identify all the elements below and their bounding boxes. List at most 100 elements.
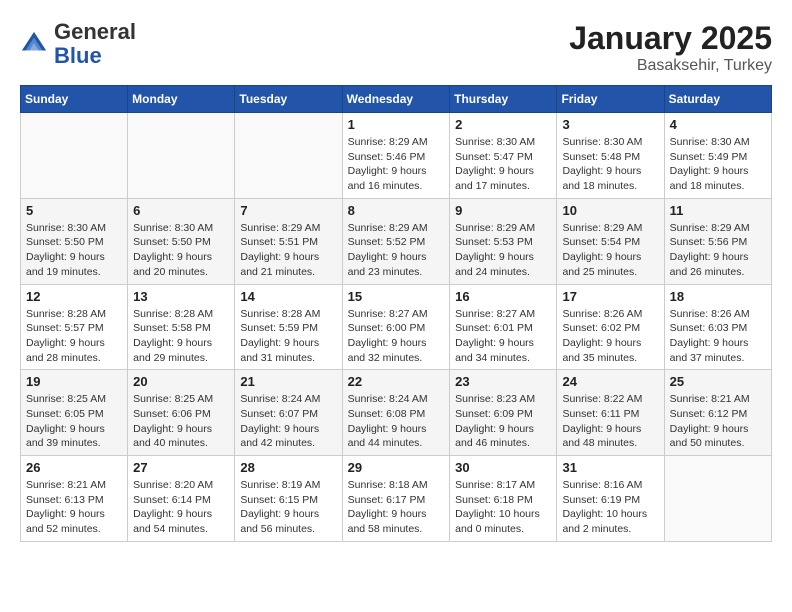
calendar-cell: 2 Sunrise: 8:30 AMSunset: 5:47 PMDaylight… [450, 113, 557, 199]
day-number: 26 [26, 460, 122, 475]
month-title: January 2025 [569, 20, 772, 57]
day-info: Sunrise: 8:24 AMSunset: 6:07 PMDaylight:… [240, 392, 336, 451]
day-number: 21 [240, 374, 336, 389]
day-info: Sunrise: 8:29 AMSunset: 5:51 PMDaylight:… [240, 221, 336, 280]
calendar-cell: 19 Sunrise: 8:25 AMSunset: 6:05 PMDayligh… [21, 370, 128, 456]
day-number: 16 [455, 289, 551, 304]
day-number: 30 [455, 460, 551, 475]
day-info: Sunrise: 8:23 AMSunset: 6:09 PMDaylight:… [455, 392, 551, 451]
day-info: Sunrise: 8:26 AMSunset: 6:03 PMDaylight:… [670, 307, 766, 366]
calendar-cell: 11 Sunrise: 8:29 AMSunset: 5:56 PMDayligh… [664, 198, 771, 284]
day-info: Sunrise: 8:19 AMSunset: 6:15 PMDaylight:… [240, 478, 336, 537]
calendar-cell: 22 Sunrise: 8:24 AMSunset: 6:08 PMDayligh… [342, 370, 450, 456]
day-header-monday: Monday [128, 86, 235, 113]
day-info: Sunrise: 8:25 AMSunset: 6:05 PMDaylight:… [26, 392, 122, 451]
calendar-cell: 29Sunrise: 8:18 AMSunset: 6:17 PMDayligh… [342, 456, 450, 542]
day-info: Sunrise: 8:26 AMSunset: 6:02 PMDaylight:… [562, 307, 658, 366]
day-info: Sunrise: 8:16 AMSunset: 6:19 PMDaylight:… [562, 478, 658, 537]
day-info: Sunrise: 8:29 AMSunset: 5:46 PMDaylight:… [348, 135, 445, 194]
day-number: 14 [240, 289, 336, 304]
day-info: Sunrise: 8:28 AMSunset: 5:59 PMDaylight:… [240, 307, 336, 366]
day-number: 25 [670, 374, 766, 389]
day-info: Sunrise: 8:30 AMSunset: 5:48 PMDaylight:… [562, 135, 658, 194]
day-number: 4 [670, 117, 766, 132]
day-info: Sunrise: 8:28 AMSunset: 5:57 PMDaylight:… [26, 307, 122, 366]
calendar-cell [235, 113, 342, 199]
logo-icon [20, 30, 48, 58]
calendar-cell: 4Sunrise: 8:30 AMSunset: 5:49 PMDaylight… [664, 113, 771, 199]
day-number: 7 [240, 203, 336, 218]
day-info: Sunrise: 8:29 AMSunset: 5:52 PMDaylight:… [348, 221, 445, 280]
day-number: 29 [348, 460, 445, 475]
day-header-thursday: Thursday [450, 86, 557, 113]
calendar-table: SundayMondayTuesdayWednesdayThursdayFrid… [20, 85, 772, 542]
calendar-header-row: SundayMondayTuesdayWednesdayThursdayFrid… [21, 86, 772, 113]
calendar-cell: 6Sunrise: 8:30 AMSunset: 5:50 PMDaylight… [128, 198, 235, 284]
day-header-saturday: Saturday [664, 86, 771, 113]
day-info: Sunrise: 8:22 AMSunset: 6:11 PMDaylight:… [562, 392, 658, 451]
day-header-sunday: Sunday [21, 86, 128, 113]
day-header-tuesday: Tuesday [235, 86, 342, 113]
calendar-cell: 15 Sunrise: 8:27 AMSunset: 6:00 PMDayligh… [342, 284, 450, 370]
day-number: 15 [348, 289, 445, 304]
day-number: 9 [455, 203, 551, 218]
week-row-3: 12 Sunrise: 8:28 AMSunset: 5:57 PMDayligh… [21, 284, 772, 370]
calendar-cell: 26 Sunrise: 8:21 AMSunset: 6:13 PMDayligh… [21, 456, 128, 542]
day-info: Sunrise: 8:24 AMSunset: 6:08 PMDaylight:… [348, 392, 445, 451]
calendar-cell: 10Sunrise: 8:29 AMSunset: 5:54 PMDayligh… [557, 198, 664, 284]
day-info: Sunrise: 8:30 AMSunset: 5:47 PMDaylight:… [455, 135, 551, 194]
day-number: 8 [348, 203, 445, 218]
calendar-cell: 24 Sunrise: 8:22 AMSunset: 6:11 PMDayligh… [557, 370, 664, 456]
calendar-cell [664, 456, 771, 542]
page-header: General Blue January 2025 Basaksehir, Tu… [20, 20, 772, 75]
calendar-cell: 5Sunrise: 8:30 AMSunset: 5:50 PMDaylight… [21, 198, 128, 284]
week-row-2: 5Sunrise: 8:30 AMSunset: 5:50 PMDaylight… [21, 198, 772, 284]
logo-general-text: General [54, 19, 136, 44]
calendar-cell: 23 Sunrise: 8:23 AMSunset: 6:09 PMDayligh… [450, 370, 557, 456]
day-number: 23 [455, 374, 551, 389]
day-info: Sunrise: 8:30 AMSunset: 5:50 PMDaylight:… [26, 221, 122, 280]
calendar-cell [128, 113, 235, 199]
calendar-cell: 25 Sunrise: 8:21 AMSunset: 6:12 PMDayligh… [664, 370, 771, 456]
logo: General Blue [20, 20, 136, 68]
day-number: 18 [670, 289, 766, 304]
day-number: 1 [348, 117, 445, 132]
calendar-cell: 14 Sunrise: 8:28 AMSunset: 5:59 PMDayligh… [235, 284, 342, 370]
calendar-cell: 13Sunrise: 8:28 AMSunset: 5:58 PMDayligh… [128, 284, 235, 370]
calendar-cell: 28 Sunrise: 8:19 AMSunset: 6:15 PMDayligh… [235, 456, 342, 542]
calendar-cell: 12 Sunrise: 8:28 AMSunset: 5:57 PMDayligh… [21, 284, 128, 370]
day-number: 28 [240, 460, 336, 475]
title-block: January 2025 Basaksehir, Turkey [569, 20, 772, 75]
day-number: 31 [562, 460, 658, 475]
day-number: 6 [133, 203, 229, 218]
day-info: Sunrise: 8:21 AMSunset: 6:13 PMDaylight:… [26, 478, 122, 537]
day-info: Sunrise: 8:27 AMSunset: 6:01 PMDaylight:… [455, 307, 551, 366]
day-info: Sunrise: 8:29 AMSunset: 5:53 PMDaylight:… [455, 221, 551, 280]
day-number: 11 [670, 203, 766, 218]
day-info: Sunrise: 8:21 AMSunset: 6:12 PMDaylight:… [670, 392, 766, 451]
calendar-cell: 3 Sunrise: 8:30 AMSunset: 5:48 PMDaylight… [557, 113, 664, 199]
calendar-cell: 30Sunrise: 8:17 AMSunset: 6:18 PMDayligh… [450, 456, 557, 542]
week-row-1: 1 Sunrise: 8:29 AMSunset: 5:46 PMDaylight… [21, 113, 772, 199]
day-info: Sunrise: 8:28 AMSunset: 5:58 PMDaylight:… [133, 307, 229, 366]
calendar-cell: 27Sunrise: 8:20 AMSunset: 6:14 PMDayligh… [128, 456, 235, 542]
day-info: Sunrise: 8:29 AMSunset: 5:56 PMDaylight:… [670, 221, 766, 280]
calendar-cell: 31 Sunrise: 8:16 AMSunset: 6:19 PMDayligh… [557, 456, 664, 542]
day-info: Sunrise: 8:27 AMSunset: 6:00 PMDaylight:… [348, 307, 445, 366]
day-number: 27 [133, 460, 229, 475]
day-number: 3 [562, 117, 658, 132]
day-number: 17 [562, 289, 658, 304]
calendar-cell: 18 Sunrise: 8:26 AMSunset: 6:03 PMDayligh… [664, 284, 771, 370]
logo-blue-text: Blue [54, 43, 102, 68]
day-number: 2 [455, 117, 551, 132]
calendar-cell: 7 Sunrise: 8:29 AMSunset: 5:51 PMDaylight… [235, 198, 342, 284]
day-number: 22 [348, 374, 445, 389]
week-row-5: 26 Sunrise: 8:21 AMSunset: 6:13 PMDayligh… [21, 456, 772, 542]
calendar-cell: 1 Sunrise: 8:29 AMSunset: 5:46 PMDaylight… [342, 113, 450, 199]
day-number: 24 [562, 374, 658, 389]
calendar-cell: 20Sunrise: 8:25 AMSunset: 6:06 PMDayligh… [128, 370, 235, 456]
calendar-cell: 16 Sunrise: 8:27 AMSunset: 6:01 PMDayligh… [450, 284, 557, 370]
day-number: 12 [26, 289, 122, 304]
calendar-cell [21, 113, 128, 199]
day-number: 19 [26, 374, 122, 389]
